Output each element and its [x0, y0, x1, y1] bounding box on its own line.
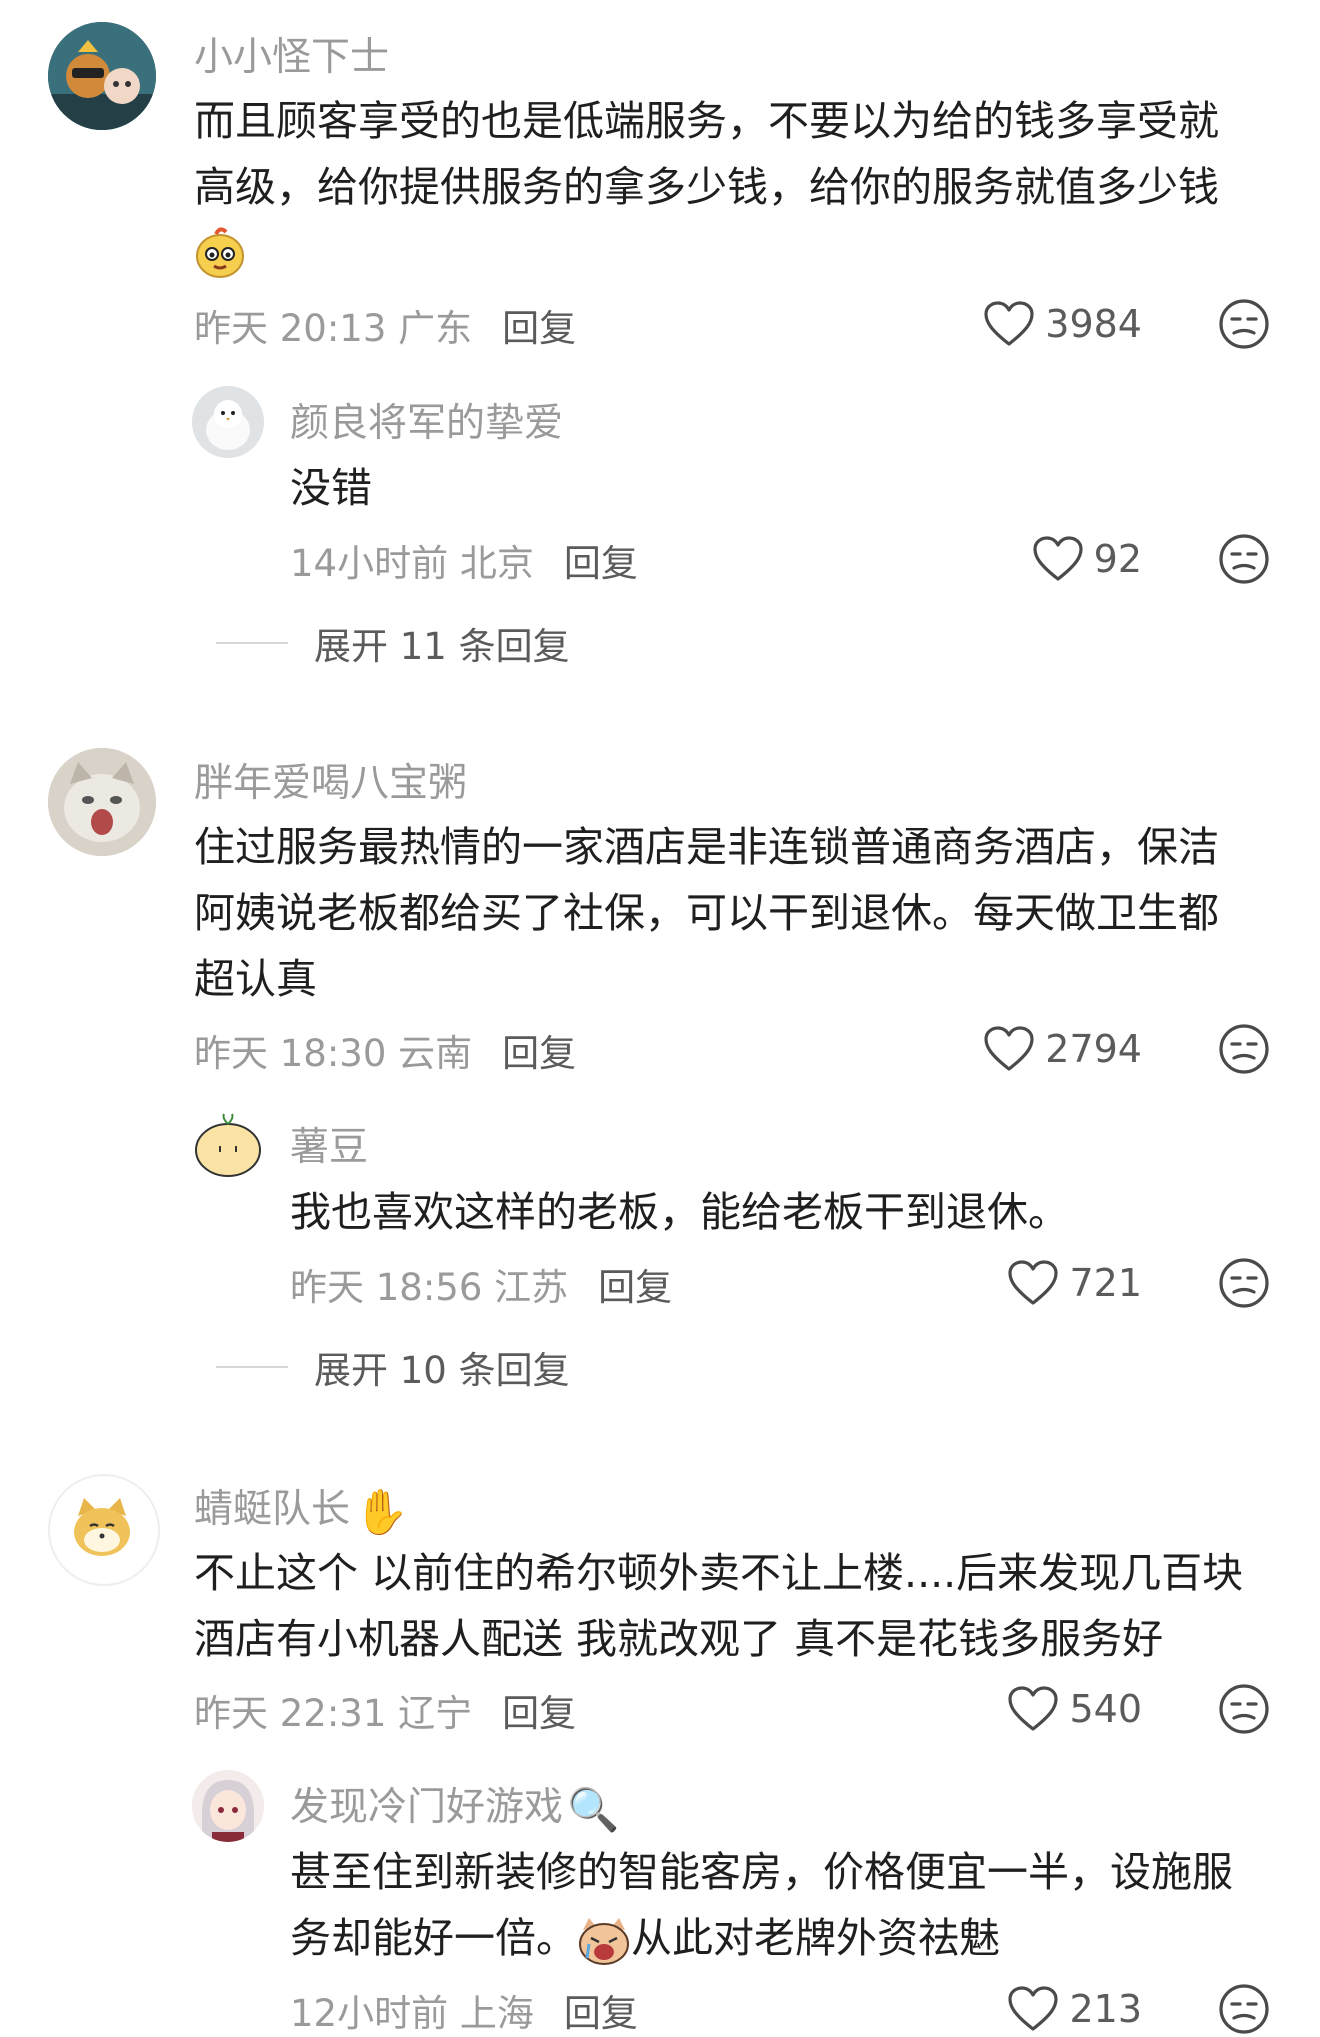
comment-text: 住过服务最热情的一家酒店是非连锁普通商务酒店，保洁 阿姨说老板都给买了社保，可以… [194, 814, 1264, 1012]
heart-outline-icon [1008, 1986, 1059, 2031]
comment-text-line: 阿姨说老板都给买了社保，可以干到退休。每天做卫生都 [194, 889, 1219, 937]
reply-username[interactable]: 发现冷门好游戏🔍 [290, 1776, 619, 1835]
reply-text-segment: 务却能好一倍。 [290, 1914, 577, 1962]
reply-time-location: 12小时前 上海 [290, 1992, 534, 2035]
unamused-face-icon[interactable] [1218, 533, 1270, 585]
like-button[interactable]: 2794 [983, 1025, 1142, 1073]
like-count: 540 [1069, 1687, 1142, 1731]
raised-hand-icon: ✋ [354, 1486, 409, 1538]
reply-button[interactable]: 回复 [502, 1692, 576, 1735]
username[interactable]: 胖年爱喝八宝粥 [194, 752, 467, 808]
comment-text-line: 高级，给你提供服务的拿多少钱，给你的服务就值多少钱 [194, 163, 1219, 211]
like-button[interactable]: 3984 [983, 300, 1142, 348]
unamused-face-icon[interactable] [1218, 1983, 1270, 2035]
reply-button[interactable]: 回复 [564, 1992, 638, 2035]
comment-item: 小小怪下士 而且顾客享受的也是低端服务，不要以为给的钱多享受就 高级，给你提供服… [0, 0, 1320, 700]
reply-text-line: 务却能好一倍。 从此对老牌外资祛魅 [290, 1905, 1270, 1971]
comment-time-location: 昨天 20:13 广东 [194, 307, 473, 350]
comment-time-location: 昨天 22:31 辽宁 [194, 1692, 473, 1735]
heart-outline-icon [1033, 536, 1083, 581]
heart-outline-icon [1008, 1686, 1059, 1731]
avatar[interactable] [48, 748, 156, 856]
like-button[interactable]: 92 [1032, 535, 1142, 583]
unamused-face-icon[interactable] [1218, 1023, 1270, 1075]
unamused-face-icon[interactable] [1218, 298, 1270, 350]
expand-replies-button[interactable]: 展开 11 条回复 [216, 616, 570, 670]
comment-meta: 昨天 18:30 云南 回复 [194, 1023, 576, 1077]
like-button[interactable]: 721 [1007, 1259, 1142, 1307]
reply-time-location: 昨天 18:56 江苏 [290, 1266, 569, 1309]
comment-meta: 昨天 22:31 辽宁 回复 [194, 1683, 576, 1737]
reply-username[interactable]: 薯豆 [290, 1116, 368, 1172]
crying-cat-sticker-icon [579, 1918, 629, 1965]
divider [216, 1366, 288, 1368]
like-button[interactable]: 540 [1007, 1685, 1142, 1733]
comment-text-line: 住过服务最热情的一家酒店是非连锁普通商务酒店，保洁 [194, 823, 1219, 871]
unamused-face-icon[interactable] [1218, 1257, 1270, 1309]
like-count: 721 [1069, 1261, 1142, 1305]
like-count: 92 [1093, 537, 1142, 581]
heart-outline-icon [1008, 1260, 1059, 1305]
reply-button[interactable]: 回复 [564, 542, 638, 585]
comment-time-location: 昨天 18:30 云南 [194, 1032, 473, 1075]
reply-meta: 12小时前 上海 回复 [290, 1983, 638, 2037]
comment-text-line: 酒店有小机器人配送 我就改观了 真不是花钱多服务好 [194, 1615, 1164, 1663]
reply-text-segment: 从此对老牌外资祛魅 [631, 1914, 1000, 1962]
bean-sticker-icon [196, 227, 244, 278]
reply-time-location: 14小时前 北京 [290, 542, 534, 585]
reply-button[interactable]: 回复 [598, 1266, 672, 1309]
reply-username[interactable]: 颜良将军的挚爱 [290, 392, 563, 448]
avatar[interactable] [48, 1474, 160, 1586]
expand-replies-label: 展开 10 条回复 [314, 1349, 570, 1392]
heart-outline-icon [984, 301, 1034, 346]
comment-meta: 昨天 20:13 广东 回复 [194, 298, 576, 352]
avatar[interactable] [192, 1110, 264, 1182]
reply-text-line: 甚至住到新装修的智能客房，价格便宜一半，设施服 [290, 1848, 1233, 1896]
reply-meta: 昨天 18:56 江苏 回复 [290, 1257, 672, 1311]
username[interactable]: 蜻蜓队长✋ [194, 1478, 409, 1538]
expand-replies-button[interactable]: 展开 10 条回复 [216, 1340, 570, 1394]
reply-button[interactable]: 回复 [502, 307, 576, 350]
avatar[interactable] [192, 386, 264, 458]
reply-text: 我也喜欢这样的老板，能给老板干到退休。 [290, 1188, 1069, 1236]
unamused-face-icon[interactable] [1218, 1683, 1270, 1735]
username-text: 蜻蜓队长 [194, 1487, 351, 1532]
like-count: 2794 [1045, 1027, 1142, 1071]
username[interactable]: 小小怪下士 [194, 26, 389, 82]
comment-text-line: 不止这个 以前住的希尔顿外卖不让上楼....后来发现几百块 [194, 1549, 1244, 1597]
expand-replies-label: 展开 11 条回复 [314, 625, 570, 668]
sticker-emoji [194, 220, 1264, 290]
username-text: 发现冷门好游戏 [290, 1785, 564, 1830]
reply-button[interactable]: 回复 [502, 1032, 576, 1075]
avatar[interactable] [192, 1770, 264, 1842]
reply-text: 甚至住到新装修的智能客房，价格便宜一半，设施服 务却能好一倍。 从此对老牌外资祛魅 [290, 1839, 1270, 1971]
like-button[interactable]: 213 [1007, 1985, 1142, 2033]
like-count: 213 [1069, 1987, 1142, 2031]
reply-text: 没错 [290, 464, 372, 512]
avatar[interactable] [48, 22, 156, 130]
heart-outline-icon [984, 1026, 1034, 1071]
comment-text-line: 而且顾客享受的也是低端服务，不要以为给的钱多享受就 [194, 97, 1219, 145]
magnifier-icon: 🔍 [567, 1784, 620, 1834]
reply-meta: 14小时前 北京 回复 [290, 533, 638, 587]
comment-text: 而且顾客享受的也是低端服务，不要以为给的钱多享受就 高级，给你提供服务的拿多少钱… [194, 88, 1264, 290]
like-count: 3984 [1045, 302, 1142, 346]
comment-text-line: 超认真 [194, 955, 317, 1003]
comment-list: 小小怪下士 而且顾客享受的也是低端服务，不要以为给的钱多享受就 高级，给你提供服… [0, 0, 1320, 2035]
comment-text: 不止这个 以前住的希尔顿外卖不让上楼....后来发现几百块 酒店有小机器人配送 … [194, 1540, 1264, 1672]
divider [216, 642, 288, 644]
